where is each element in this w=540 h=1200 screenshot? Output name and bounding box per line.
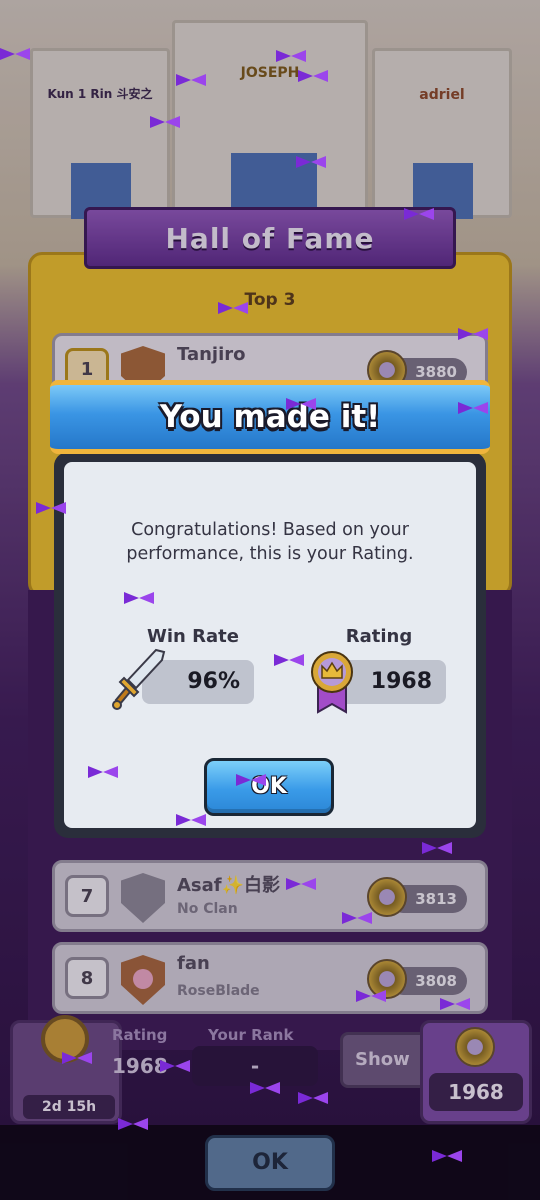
rating-label: Rating	[345, 626, 413, 647]
congrats-message: Congratulations! Based on your performan…	[126, 520, 414, 564]
win-rate-label: Win Rate	[147, 626, 239, 647]
sword-icon	[112, 648, 166, 710]
modal-title: You made it!	[50, 380, 490, 454]
result-modal: Congratulations! Based on your performan…	[54, 452, 486, 838]
ok-button[interactable]: OK	[204, 758, 334, 816]
trophy-crown-icon	[311, 651, 353, 714]
modal-content: Congratulations! Based on your performan…	[64, 462, 476, 828]
